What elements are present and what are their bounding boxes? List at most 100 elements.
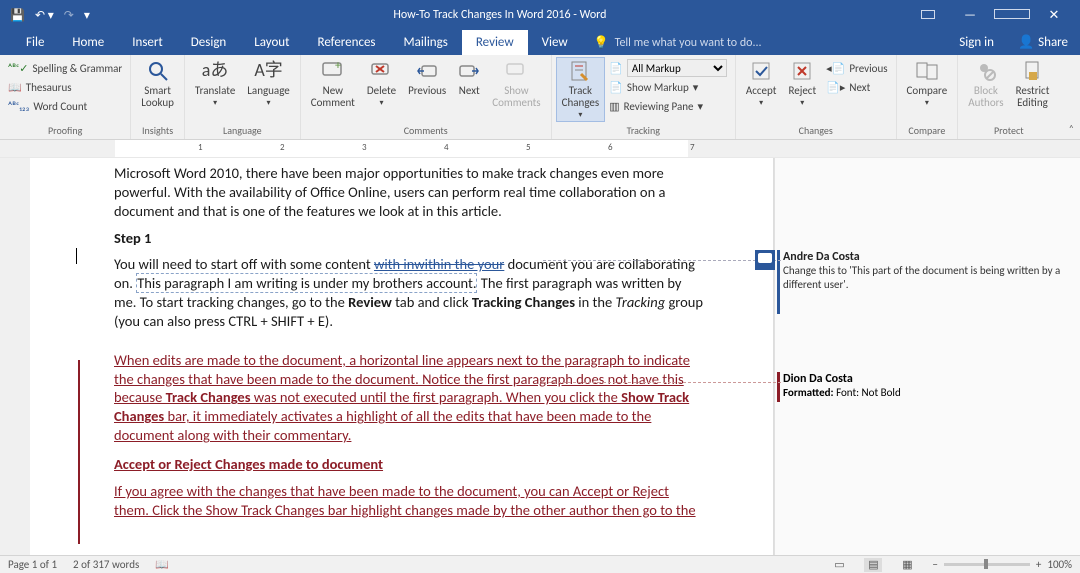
- group-language: aあTranslate▾ A字Language▾ Language: [185, 55, 301, 139]
- read-mode-icon[interactable]: ▭: [830, 558, 848, 572]
- maximize-icon[interactable]: [994, 8, 1030, 23]
- group-compare-label: Compare: [901, 124, 954, 139]
- tracked-insertion[interactable]: with inwithin the your: [374, 255, 504, 273]
- pane-icon: ▥: [609, 100, 619, 113]
- spelling-button[interactable]: ᴬᴮᶜ✓Spelling & Grammar: [8, 59, 122, 77]
- show-markup-button[interactable]: 📄Show Markup ▾: [609, 78, 727, 96]
- share-label: Share: [1038, 35, 1068, 50]
- proofing-status-icon[interactable]: 📖: [155, 558, 169, 571]
- horizontal-ruler[interactable]: 1234567: [0, 140, 1080, 158]
- restrict-editing-button[interactable]: Restrict Editing: [1010, 57, 1056, 111]
- next-change-button[interactable]: 📄▸Next: [826, 78, 887, 96]
- format-author: Dion Da Costa: [783, 372, 1072, 386]
- thesaurus-button[interactable]: 📖Thesaurus: [8, 78, 122, 96]
- search-icon: [147, 59, 169, 83]
- reject-button[interactable]: Reject▾: [782, 57, 822, 110]
- comment-icon: [755, 250, 775, 270]
- next-change-icon: 📄▸: [826, 81, 845, 94]
- track-changes-button[interactable]: Track Changes▾: [556, 57, 606, 122]
- accept-button[interactable]: Accept▾: [740, 57, 783, 110]
- group-insights: Smart Lookup Insights: [131, 55, 185, 139]
- tell-me-placeholder: Tell me what you want to do...: [615, 36, 762, 50]
- tracked-paragraph-1[interactable]: When edits are made to the document, a h…: [114, 351, 703, 445]
- delete-comment-button[interactable]: Delete▾: [361, 57, 402, 110]
- new-comment-button[interactable]: +New Comment: [305, 57, 361, 111]
- document-page[interactable]: Microsoft Word 2010, there have been maj…: [30, 158, 774, 555]
- accept-icon: [750, 59, 772, 83]
- previous-comment-button[interactable]: Previous: [402, 57, 452, 99]
- redo-icon[interactable]: ↷: [64, 8, 74, 23]
- lock-icon: [1022, 59, 1042, 83]
- share-icon: 👤: [1018, 35, 1034, 50]
- tab-file[interactable]: File: [12, 30, 58, 55]
- zoom-out-button[interactable]: −: [932, 558, 937, 571]
- show-comments-icon: [505, 59, 527, 83]
- group-protect: Block Authors Restrict Editing Protect: [958, 55, 1059, 139]
- group-protect-label: Protect: [962, 124, 1055, 139]
- comment-text: Change this to 'This part of the documen…: [783, 264, 1072, 292]
- word-count-indicator[interactable]: 2 of 317 words: [73, 558, 139, 571]
- zoom-slider[interactable]: [944, 563, 1030, 566]
- close-icon[interactable]: ✕: [1036, 8, 1072, 23]
- prev-comment-icon: [416, 59, 438, 83]
- undo-icon[interactable]: ↶ ▾: [35, 8, 54, 23]
- translate-button[interactable]: aあTranslate▾: [189, 57, 241, 110]
- delete-comment-icon: [370, 59, 392, 83]
- group-proofing-label: Proofing: [4, 124, 126, 139]
- save-icon[interactable]: 💾: [10, 8, 25, 23]
- wordcount-button[interactable]: ᴬᴮᶜ₁₂₃Word Count: [8, 97, 122, 115]
- sign-in-link[interactable]: Sign in: [947, 30, 1006, 55]
- language-button[interactable]: A字Language▾: [241, 57, 295, 110]
- globe-icon: A字: [254, 59, 282, 83]
- format-text: Formatted: Font: Not Bold: [783, 386, 1072, 399]
- format-balloon[interactable]: Dion Da Costa Formatted: Font: Not Bold: [783, 372, 1072, 399]
- comment-balloon[interactable]: Andre Da Costa Change this to 'This part…: [783, 250, 1072, 292]
- comment-anchor[interactable]: This paragraph I am writing is under my …: [136, 273, 477, 293]
- text-cursor: [76, 248, 77, 264]
- ribbon-display-icon[interactable]: [910, 8, 946, 23]
- tab-view[interactable]: View: [528, 30, 582, 55]
- wordcount-icon: ᴬᴮᶜ₁₂₃: [8, 100, 29, 113]
- group-changes: Accept▾ Reject▾ ◂📄Previous 📄▸Next Change…: [736, 55, 897, 139]
- tab-insert[interactable]: Insert: [118, 30, 177, 55]
- zoom-level[interactable]: 100%: [1047, 558, 1072, 571]
- markup-dropdown[interactable]: 📄All Markup: [609, 59, 727, 77]
- tell-me-search[interactable]: 💡 Tell me what you want to do...: [582, 30, 774, 55]
- reject-icon: [791, 59, 813, 83]
- tab-references[interactable]: References: [304, 30, 390, 55]
- abc-check-icon: ᴬᴮᶜ✓: [8, 62, 28, 75]
- block-authors-icon: [975, 59, 997, 83]
- quick-access-toolbar: 💾 ↶ ▾ ↷ ▾: [4, 8, 90, 23]
- smart-lookup-button[interactable]: Smart Lookup: [135, 57, 180, 111]
- prev-change-icon: ◂📄: [826, 62, 845, 75]
- compare-button[interactable]: Compare▾: [901, 57, 954, 110]
- show-markup-icon: 📄: [609, 81, 623, 94]
- page-indicator[interactable]: Page 1 of 1: [8, 558, 57, 571]
- change-bar[interactable]: [78, 360, 80, 544]
- para-step1[interactable]: You will need to start off with some con…: [114, 255, 703, 330]
- zoom-in-button[interactable]: +: [1036, 558, 1041, 571]
- tracked-paragraph-2[interactable]: If you agree with the changes that have …: [114, 482, 703, 520]
- comment-author: Andre Da Costa: [783, 250, 1072, 264]
- print-layout-icon[interactable]: ▤: [864, 558, 882, 572]
- status-bar: Page 1 of 1 2 of 317 words 📖 ▭ ▤ ▦ − + 1…: [0, 555, 1080, 573]
- share-button[interactable]: 👤 Share: [1006, 30, 1080, 55]
- web-layout-icon[interactable]: ▦: [898, 558, 916, 572]
- group-insights-label: Insights: [135, 124, 180, 139]
- para-intro[interactable]: Microsoft Word 2010, there have been maj…: [114, 164, 703, 221]
- track-changes-icon: [569, 59, 591, 83]
- compare-icon: [915, 59, 939, 83]
- collapse-ribbon-icon[interactable]: ˄: [1069, 122, 1074, 135]
- heading-step1[interactable]: Step 1: [114, 229, 703, 248]
- tab-review[interactable]: Review: [462, 30, 528, 55]
- tab-home[interactable]: Home: [58, 30, 118, 55]
- tab-mailings[interactable]: Mailings: [390, 30, 462, 55]
- tab-design[interactable]: Design: [177, 30, 240, 55]
- tracked-heading[interactable]: Accept or Reject Changes made to documen…: [114, 455, 703, 474]
- tab-layout[interactable]: Layout: [240, 30, 303, 55]
- minimize-icon[interactable]: —: [952, 8, 988, 23]
- vertical-ruler[interactable]: [0, 158, 30, 555]
- prev-change-button[interactable]: ◂📄Previous: [826, 59, 887, 77]
- next-comment-button[interactable]: Next: [452, 57, 486, 99]
- reviewing-pane-button[interactable]: ▥Reviewing Pane ▾: [609, 97, 727, 115]
